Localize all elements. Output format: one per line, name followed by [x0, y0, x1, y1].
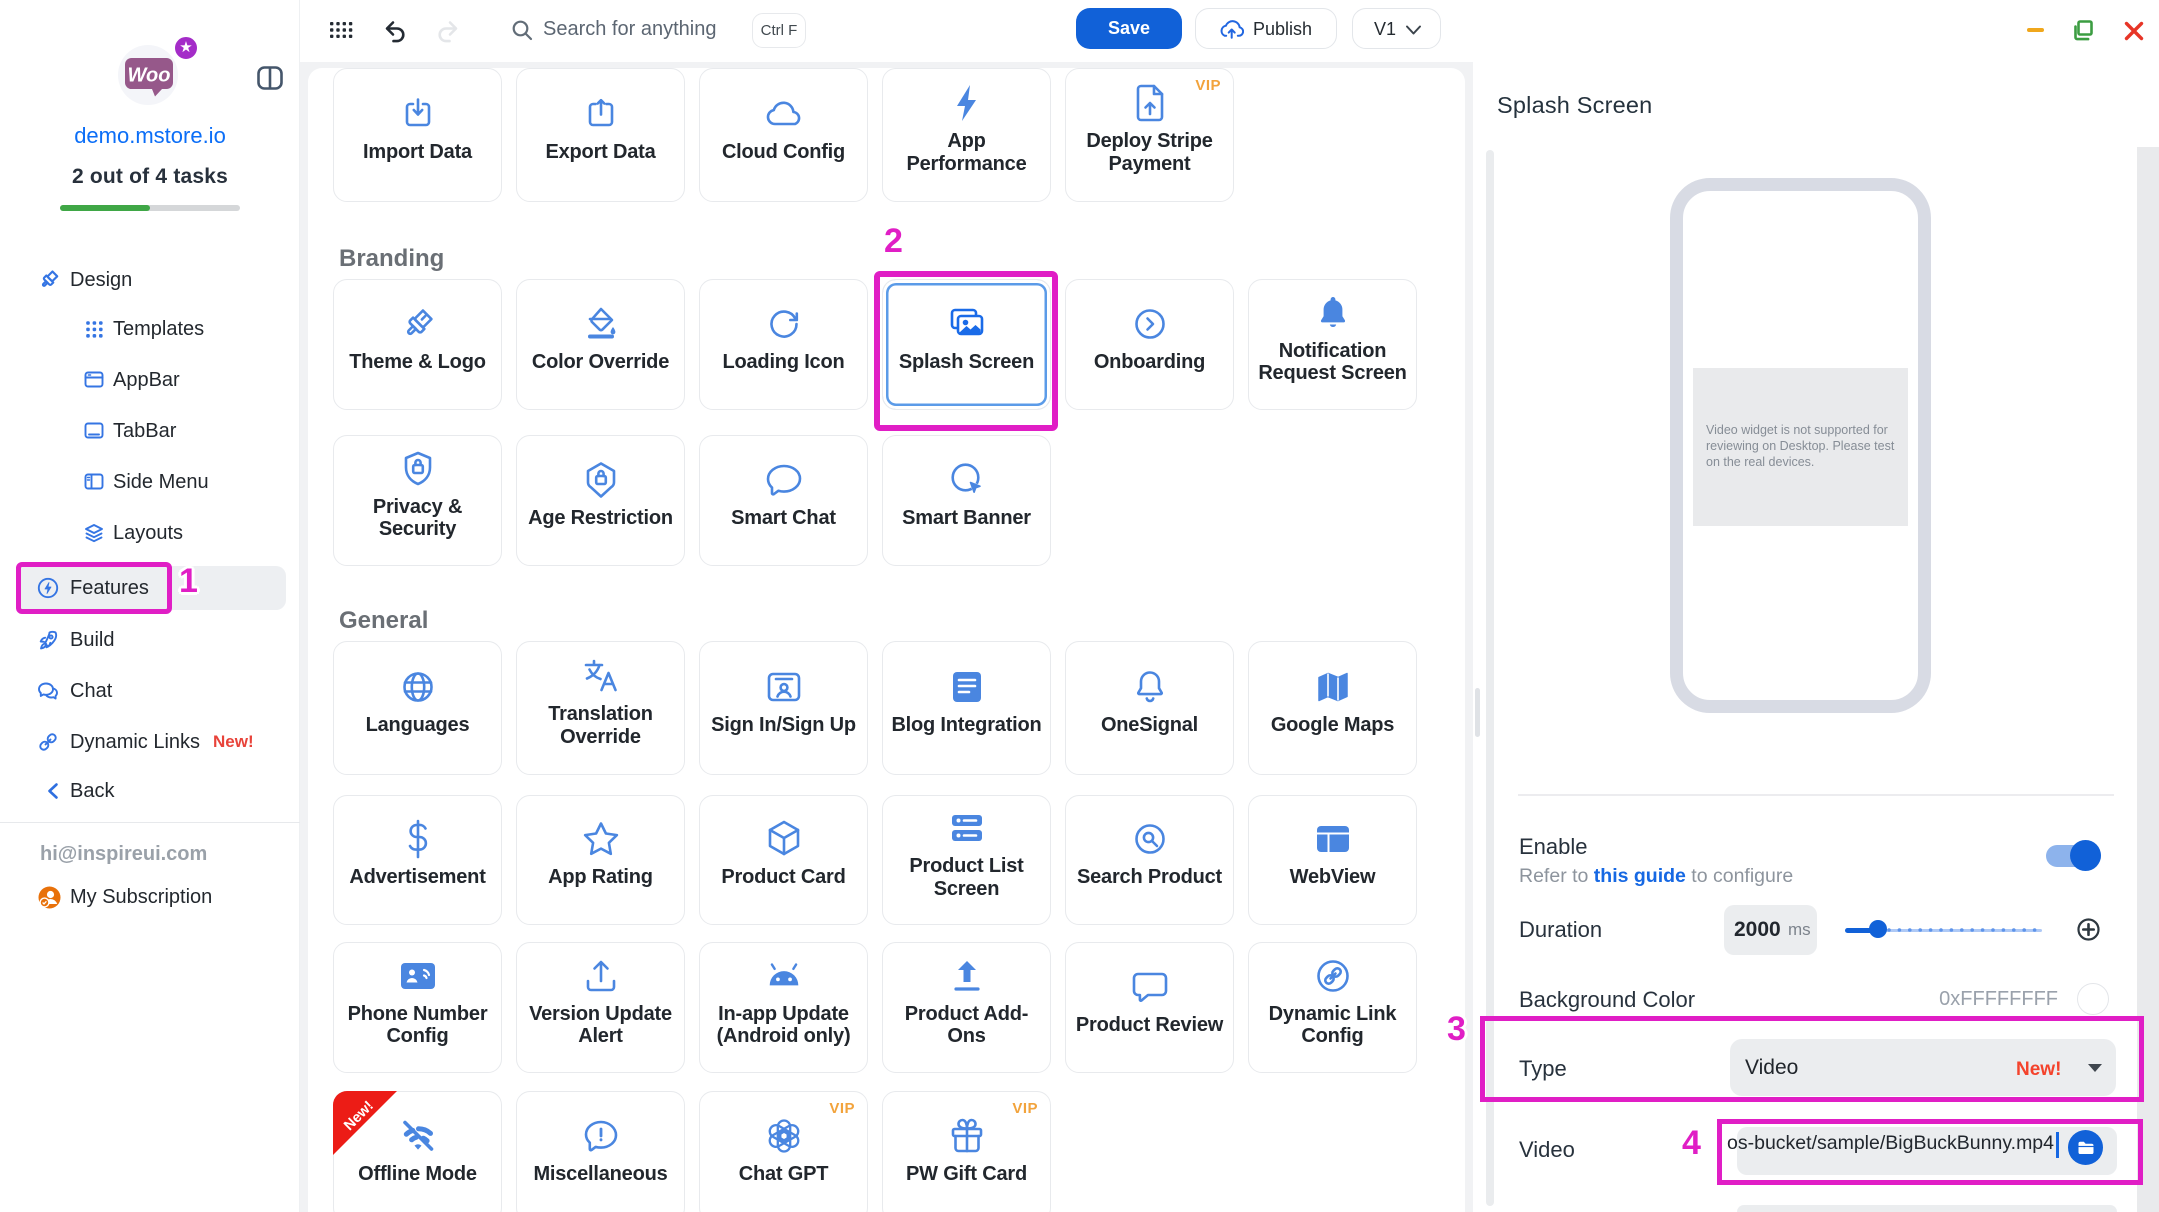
svg-text:Woo: Woo [128, 65, 171, 87]
